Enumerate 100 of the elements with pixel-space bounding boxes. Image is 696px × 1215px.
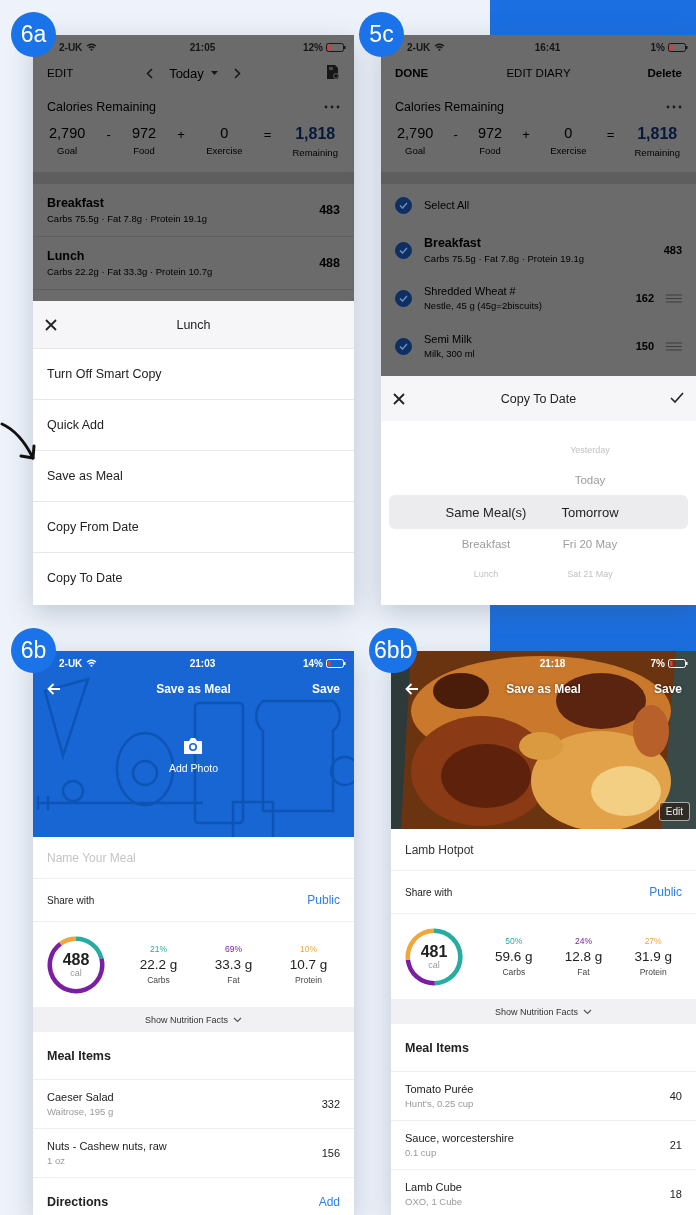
section-title: Meal Items xyxy=(47,1048,111,1063)
back-arrow-icon[interactable] xyxy=(47,683,61,695)
name-field[interactable]: Name Your Meal xyxy=(47,850,340,865)
more-icon[interactable] xyxy=(324,105,340,109)
picker-option[interactable]: Same Meal(s) xyxy=(426,504,546,520)
wifi-icon xyxy=(86,659,98,667)
operator-sign: - xyxy=(106,126,111,142)
food-detail: Milk, 300 ml xyxy=(424,348,476,359)
select-all-label: Select All xyxy=(424,199,471,211)
calorie-value: 1,818 xyxy=(637,125,678,143)
carrier-name: 2-UK xyxy=(59,41,83,53)
picker-option[interactable]: Fri 20 May xyxy=(546,538,634,550)
battery-icon xyxy=(326,658,346,668)
calorie-label: Exercise xyxy=(206,145,243,156)
food-detail: Nestle, 45 g (45g=2biscuits) xyxy=(424,300,544,311)
clock-time: 21:18 xyxy=(539,657,566,669)
step-badge: 5c xyxy=(359,12,404,57)
checkmark-icon xyxy=(399,342,408,350)
macro-amount: 33.3 g xyxy=(214,957,253,972)
sheet-title: Lunch xyxy=(175,317,212,332)
wifi-icon xyxy=(434,43,446,51)
chevron-down-icon xyxy=(233,1016,242,1023)
screen-title: EDIT DIARY xyxy=(506,67,571,79)
calorie-total: 481 xyxy=(420,943,448,960)
macro-summary: Carbs 75.5g · Fat 7.8g · Protein 19.1g xyxy=(424,253,585,264)
checkmark-icon xyxy=(399,246,408,254)
name-field[interactable]: Lamb Hotpot xyxy=(405,842,682,857)
drag-handle-icon[interactable] xyxy=(666,341,682,351)
close-icon[interactable] xyxy=(45,318,57,331)
food-name: Sauce, worcestershire xyxy=(405,1132,514,1144)
operator-sign: + xyxy=(522,126,530,142)
privacy-link[interactable]: Public xyxy=(307,893,340,907)
close-icon[interactable] xyxy=(393,392,405,405)
checkbox[interactable] xyxy=(395,196,412,214)
back-arrow-icon[interactable] xyxy=(405,683,419,695)
battery-percent: 14% xyxy=(303,657,323,669)
picker-option[interactable]: Today xyxy=(546,474,634,486)
check-icon[interactable] xyxy=(670,391,684,403)
meal-name: Breakfast xyxy=(47,196,105,210)
macro-amount: 10.7 g xyxy=(289,957,328,972)
calorie-value: 1,818 xyxy=(295,125,336,143)
sheet-title: Copy To Date xyxy=(499,391,578,406)
macro-name: Fat xyxy=(227,975,240,985)
picker-option[interactable]: Tomorrow xyxy=(546,504,634,520)
macro-percent: 21% xyxy=(150,944,167,954)
operator-sign: - xyxy=(453,126,458,142)
macro-percent: 27% xyxy=(644,936,662,946)
meal-name: Lunch xyxy=(47,249,86,263)
macro-name: Fat xyxy=(577,967,590,977)
save-link[interactable]: Save xyxy=(311,682,340,696)
share-label: Share with xyxy=(405,886,453,898)
nutrition-facts-toggle[interactable]: Show Nutrition Facts xyxy=(391,999,696,1024)
picker-option[interactable]: Breakfast xyxy=(426,538,546,550)
macro-name: Protein xyxy=(639,967,667,977)
checkbox[interactable] xyxy=(395,241,412,259)
privacy-link[interactable]: Public xyxy=(649,885,682,899)
document-icon[interactable] xyxy=(326,64,340,80)
date-selector[interactable]: Today xyxy=(169,65,218,81)
more-icon[interactable] xyxy=(666,105,682,109)
section-title: Calories Remaining xyxy=(47,100,157,114)
camera-icon xyxy=(182,737,205,755)
screen-title: Save as Meal xyxy=(506,682,581,696)
chevron-left-icon[interactable] xyxy=(146,67,154,79)
operator-sign: = xyxy=(606,126,615,142)
calorie-count: 162 xyxy=(635,292,654,304)
save-link[interactable]: Save xyxy=(653,682,682,696)
calorie-label: Food xyxy=(479,145,501,156)
step-badge: 6a xyxy=(11,12,56,57)
edit-link[interactable]: EDIT xyxy=(47,67,147,79)
drag-handle-icon[interactable] xyxy=(666,293,682,303)
checkmark-icon xyxy=(399,294,408,302)
macro-amount: 59.6 g xyxy=(495,949,533,964)
macro-percent: 24% xyxy=(575,936,592,946)
calorie-count: 21 xyxy=(669,1139,682,1151)
add-link[interactable]: Add xyxy=(318,1194,340,1209)
macro-summary: Carbs 22.2g · Fat 33.3g · Protein 10.7g xyxy=(47,266,213,277)
operator-sign: + xyxy=(177,126,185,142)
battery-percent: 1% xyxy=(650,41,665,53)
calorie-label: Remaining xyxy=(292,147,338,158)
battery-percent: 7% xyxy=(650,657,665,669)
delete-link[interactable]: Delete xyxy=(647,67,682,79)
nutrition-facts-toggle[interactable]: Show Nutrition Facts xyxy=(33,1007,354,1032)
calorie-value: 2,790 xyxy=(49,125,86,141)
food-detail: OXO, 1 Cube xyxy=(405,1196,463,1207)
screen-title: Save as Meal xyxy=(156,682,231,696)
macro-amount: 31.9 g xyxy=(634,949,672,964)
calorie-label: Goal xyxy=(405,145,426,156)
checkbox[interactable] xyxy=(395,337,412,355)
add-photo-button[interactable]: Add Photo xyxy=(168,737,218,774)
calorie-value: 972 xyxy=(478,125,503,141)
macro-summary: Carbs 75.5g · Fat 7.8g · Protein 19.1g xyxy=(47,213,207,224)
calorie-unit: cal xyxy=(70,967,82,978)
chevron-right-icon[interactable] xyxy=(233,67,241,79)
food-name: Semi Milk xyxy=(424,333,473,345)
macro-name: Protein xyxy=(295,975,322,985)
checkbox[interactable] xyxy=(395,289,412,307)
done-link[interactable]: DONE xyxy=(395,67,507,79)
edit-button[interactable]: Edit xyxy=(658,802,690,821)
calorie-label: Exercise xyxy=(550,145,587,156)
food-name: Caeser Salad xyxy=(47,1091,114,1103)
